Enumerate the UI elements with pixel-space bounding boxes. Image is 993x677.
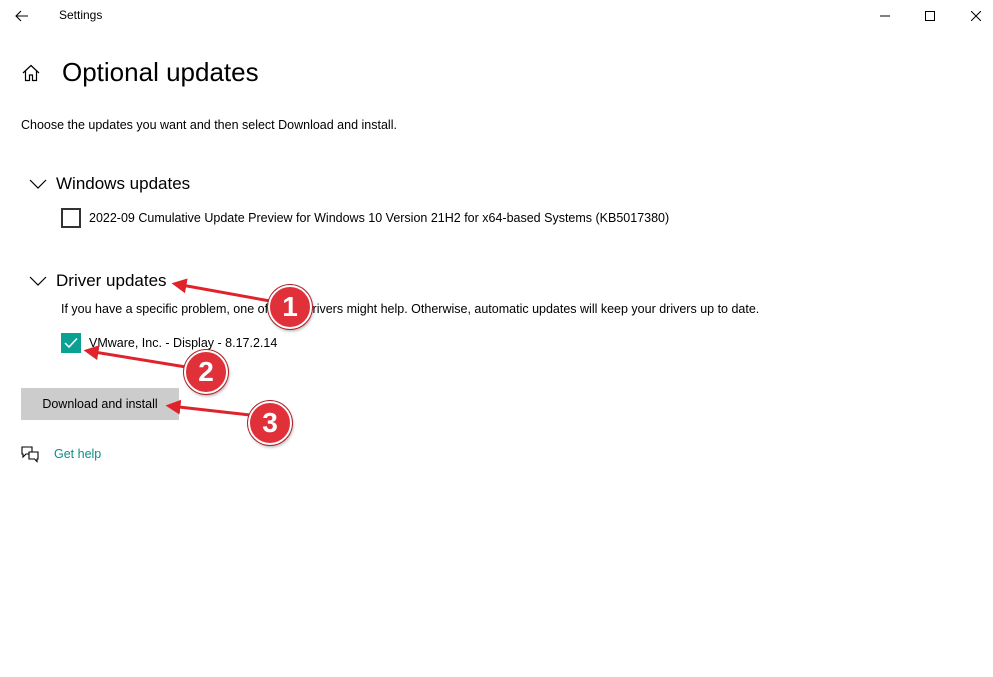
windows-updates-header[interactable]: Windows updates — [28, 172, 190, 196]
get-help-link[interactable]: Get help — [54, 447, 101, 461]
back-arrow-icon — [15, 10, 28, 22]
annotation-badge-1: 1 — [268, 285, 312, 329]
windows-update-item[interactable]: 2022-09 Cumulative Update Preview for Wi… — [61, 208, 669, 228]
arrow-3 — [165, 399, 251, 417]
close-icon — [971, 11, 981, 21]
page-title: Optional updates — [62, 57, 259, 87]
minimize-button[interactable] — [862, 0, 908, 32]
chevron-down-icon — [29, 276, 47, 286]
driver-updates-title: Driver updates — [56, 271, 167, 290]
home-button[interactable] — [20, 62, 42, 84]
chat-help-icon — [21, 446, 39, 463]
download-and-install-button[interactable]: Download and install — [21, 388, 179, 420]
title-bar: Settings — [0, 0, 993, 32]
arrow-2 — [83, 345, 187, 369]
driver-update-label: VMware, Inc. - Display - 8.17.2.14 — [89, 336, 278, 350]
driver-update-checkbox[interactable] — [61, 333, 81, 353]
maximize-button[interactable] — [907, 0, 953, 32]
settings-window: Settings Optional updates Choose the upd… — [0, 0, 993, 677]
driver-updates-chevron[interactable] — [28, 271, 48, 291]
windows-update-checkbox[interactable] — [61, 208, 81, 228]
driver-updates-header[interactable]: Driver updates — [28, 269, 167, 293]
page-header: Optional updates — [20, 56, 259, 90]
annotation-badge-3: 3 — [248, 401, 292, 445]
driver-update-item[interactable]: VMware, Inc. - Display - 8.17.2.14 — [61, 333, 277, 353]
annotation-badge-2: 2 — [184, 350, 228, 394]
maximize-icon — [925, 11, 935, 21]
back-button[interactable] — [6, 0, 38, 32]
close-button[interactable] — [953, 0, 993, 32]
window-title: Settings — [59, 8, 103, 22]
get-help-row[interactable]: Get help — [20, 444, 101, 464]
minimize-icon — [880, 15, 890, 17]
intro-text: Choose the updates you want and then sel… — [21, 118, 397, 132]
arrow-1 — [171, 278, 271, 303]
windows-update-label: 2022-09 Cumulative Update Preview for Wi… — [89, 211, 670, 225]
checkmark-icon — [64, 337, 78, 349]
chevron-down-icon — [29, 179, 47, 189]
home-icon — [22, 64, 40, 82]
windows-updates-title: Windows updates — [56, 174, 191, 193]
driver-updates-description: If you have a specific problem, one of t… — [61, 302, 760, 316]
windows-updates-chevron[interactable] — [28, 174, 48, 194]
